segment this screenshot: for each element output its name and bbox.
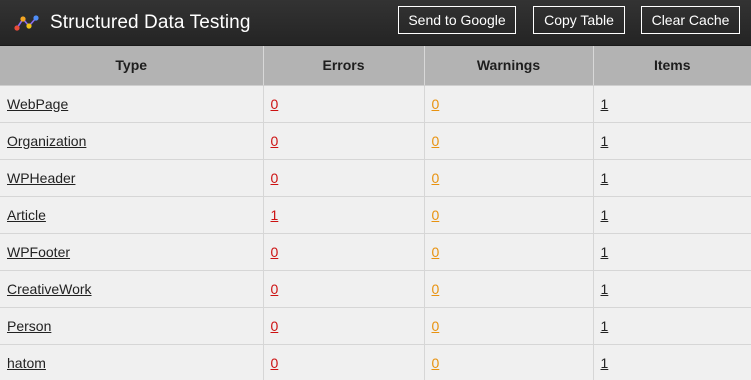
errors-link[interactable]: 0 (271, 318, 279, 334)
warnings-cell: 0 (424, 159, 594, 197)
warnings-cell: 0 (424, 344, 594, 380)
column-header-errors: Errors (263, 46, 425, 86)
type-cell: WPHeader (0, 159, 264, 197)
items-link[interactable]: 1 (601, 244, 609, 260)
warnings-link[interactable]: 0 (432, 355, 440, 371)
items-cell: 1 (593, 344, 751, 380)
warnings-link[interactable]: 0 (432, 96, 440, 112)
clear-cache-button[interactable]: Clear Cache (641, 6, 740, 34)
warnings-cell: 0 (424, 270, 594, 308)
items-cell: 1 (593, 196, 751, 234)
type-cell: Organization (0, 122, 264, 160)
items-link[interactable]: 1 (601, 318, 609, 334)
items-link[interactable]: 1 (601, 207, 609, 223)
errors-cell: 0 (263, 270, 425, 308)
table-row: Organization 0 0 1 (0, 122, 751, 160)
type-link[interactable]: WebPage (7, 96, 68, 112)
items-link[interactable]: 1 (601, 133, 609, 149)
column-header-type: Type (0, 46, 264, 86)
items-link[interactable]: 1 (601, 170, 609, 186)
errors-cell: 0 (263, 233, 425, 271)
warnings-cell: 0 (424, 233, 594, 271)
errors-cell: 0 (263, 159, 425, 197)
table-row: WPFooter 0 0 1 (0, 233, 751, 271)
table-row: Person 0 0 1 (0, 307, 751, 345)
errors-cell: 0 (263, 122, 425, 160)
warnings-cell: 0 (424, 196, 594, 234)
toolbar: Structured Data Testing Send to Google C… (0, 0, 751, 46)
items-cell: 1 (593, 122, 751, 160)
errors-link[interactable]: 0 (271, 244, 279, 260)
errors-cell: 0 (263, 85, 425, 123)
copy-table-button[interactable]: Copy Table (533, 6, 625, 34)
errors-link[interactable]: 0 (271, 96, 279, 112)
table-row: WebPage 0 0 1 (0, 85, 751, 123)
warnings-cell: 0 (424, 122, 594, 160)
structured-data-logo-icon (14, 13, 40, 33)
errors-cell: 1 (263, 196, 425, 234)
errors-link[interactable]: 0 (271, 281, 279, 297)
warnings-link[interactable]: 0 (432, 170, 440, 186)
errors-cell: 0 (263, 344, 425, 380)
items-cell: 1 (593, 159, 751, 197)
items-cell: 1 (593, 233, 751, 271)
warnings-cell: 0 (424, 307, 594, 345)
structured-data-panel: Structured Data Testing Send to Google C… (0, 0, 751, 380)
errors-link[interactable]: 1 (271, 207, 279, 223)
column-header-items: Items (593, 46, 751, 86)
type-link[interactable]: Article (7, 207, 46, 223)
warnings-cell: 0 (424, 85, 594, 123)
errors-link[interactable]: 0 (271, 170, 279, 186)
warnings-link[interactable]: 0 (432, 133, 440, 149)
type-cell: WPFooter (0, 233, 264, 271)
items-cell: 1 (593, 270, 751, 308)
errors-link[interactable]: 0 (271, 133, 279, 149)
errors-cell: 0 (263, 307, 425, 345)
type-link[interactable]: Organization (7, 133, 86, 149)
items-cell: 1 (593, 307, 751, 345)
items-link[interactable]: 1 (601, 355, 609, 371)
column-header-warnings: Warnings (424, 46, 594, 86)
structured-data-table: Type Errors Warnings Items WebPage 0 0 1… (0, 46, 751, 380)
items-link[interactable]: 1 (601, 281, 609, 297)
warnings-link[interactable]: 0 (432, 318, 440, 334)
type-link[interactable]: hatom (7, 355, 46, 371)
type-cell: hatom (0, 344, 264, 380)
table-row: hatom 0 0 1 (0, 344, 751, 380)
type-link[interactable]: Person (7, 318, 51, 334)
type-cell: WebPage (0, 85, 264, 123)
items-cell: 1 (593, 85, 751, 123)
table-row: Article 1 0 1 (0, 196, 751, 234)
table-row: CreativeWork 0 0 1 (0, 270, 751, 308)
send-to-google-button[interactable]: Send to Google (398, 6, 516, 34)
items-link[interactable]: 1 (601, 96, 609, 112)
type-cell: Article (0, 196, 264, 234)
type-cell: CreativeWork (0, 270, 264, 308)
errors-link[interactable]: 0 (271, 355, 279, 371)
warnings-link[interactable]: 0 (432, 207, 440, 223)
type-link[interactable]: WPFooter (7, 244, 70, 260)
type-link[interactable]: WPHeader (7, 170, 75, 186)
table-row: WPHeader 0 0 1 (0, 159, 751, 197)
panel-title: Structured Data Testing (50, 11, 251, 33)
table-header-row: Type Errors Warnings Items (0, 46, 751, 86)
type-link[interactable]: CreativeWork (7, 281, 92, 297)
warnings-link[interactable]: 0 (432, 244, 440, 260)
warnings-link[interactable]: 0 (432, 281, 440, 297)
type-cell: Person (0, 307, 264, 345)
